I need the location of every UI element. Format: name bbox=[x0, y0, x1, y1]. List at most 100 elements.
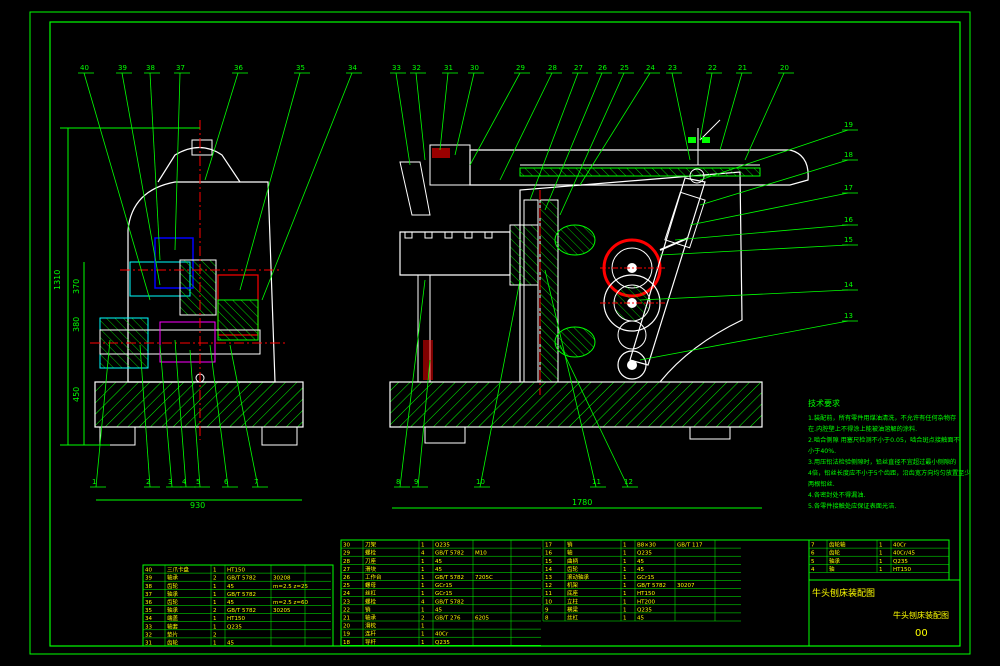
balloon-label: 26 bbox=[598, 64, 607, 72]
balloon-label: 25 bbox=[620, 64, 629, 72]
cell-name: 轴承 bbox=[365, 614, 377, 622]
cell-no: 20 bbox=[343, 624, 350, 630]
cell-qty: 1 bbox=[421, 640, 425, 646]
balloon-27: 27 bbox=[529, 64, 588, 201]
balloon-label: 1 bbox=[92, 478, 96, 486]
cell-no: 13 bbox=[545, 575, 552, 581]
cell-name: 三爪卡盘 bbox=[167, 566, 190, 574]
balloon-18: 18 bbox=[699, 151, 858, 206]
cell-qty: 1 bbox=[213, 641, 217, 647]
balloon-28: 28 bbox=[499, 64, 562, 181]
cell-name: 齿轮 bbox=[567, 565, 579, 573]
cell-name: 丝杠 bbox=[365, 589, 377, 597]
cell-material: B8×30 bbox=[637, 543, 656, 549]
cell-no: 17 bbox=[545, 543, 552, 549]
cell-no: 39 bbox=[145, 576, 152, 582]
parts-left-row: 36 齿轮 1 45 m=2.5 z=60 bbox=[143, 598, 331, 606]
cell-qty: 1 bbox=[623, 591, 627, 597]
cell-name: 滚动轴承 bbox=[567, 573, 590, 581]
cell-qty: 1 bbox=[623, 575, 627, 581]
cell-qty: 1 bbox=[421, 632, 425, 638]
balloon-20: 20 bbox=[744, 64, 794, 161]
cell-name: 滑块 bbox=[365, 565, 377, 573]
balloon-40: 40 bbox=[78, 64, 151, 301]
balloon-23: 23 bbox=[666, 64, 691, 161]
cell-std: 30208 bbox=[273, 576, 291, 582]
cell-no: 8 bbox=[545, 616, 549, 622]
cell-qty: 2 bbox=[213, 576, 217, 582]
dim-middle: 380 bbox=[72, 317, 81, 332]
balloon-label: 17 bbox=[844, 184, 853, 192]
cell-qty: 2 bbox=[421, 616, 425, 622]
balloon-label: 39 bbox=[118, 64, 127, 72]
balloon-label: 32 bbox=[412, 64, 421, 72]
balloon-32: 32 bbox=[410, 64, 426, 161]
cell-qty: 4 bbox=[421, 599, 425, 605]
cell-qty: 1 bbox=[421, 624, 425, 630]
cell-no: 22 bbox=[343, 607, 350, 613]
balloon-label: 2 bbox=[146, 478, 150, 486]
cell-material: 45 bbox=[227, 600, 234, 606]
cell-material: GCr15 bbox=[435, 583, 453, 589]
cell-material: Q235 bbox=[637, 607, 652, 613]
cell-no: 5 bbox=[811, 559, 815, 565]
cell-name: 螺母 bbox=[365, 581, 377, 589]
cell-qty: 1 bbox=[623, 616, 627, 622]
parts-right-row: 12 机架 1 GB/T 5782 30207 bbox=[543, 581, 741, 589]
parts-left-row: 39 轴承 2 GB/T 5782 30208 bbox=[143, 574, 331, 582]
balloon-label: 37 bbox=[176, 64, 185, 72]
parts-right-row: 11 底座 1 HT150 bbox=[543, 589, 741, 597]
cell-material: GB/T 5782 bbox=[637, 583, 666, 589]
cell-material: 45 bbox=[637, 559, 644, 565]
cell-no: 27 bbox=[343, 567, 350, 573]
cell-material: GB/T 276 bbox=[435, 616, 461, 622]
balloon-label: 40 bbox=[80, 64, 89, 72]
balloon-25: 25 bbox=[559, 64, 634, 216]
balloon-label: 24 bbox=[646, 64, 655, 72]
parts-right-row: 16 轴 1 Q235 bbox=[543, 549, 741, 557]
parts-left-row: 31 齿轮 1 45 bbox=[143, 639, 331, 647]
balloon-label: 30 bbox=[470, 64, 479, 72]
cell-qty: 1 bbox=[213, 568, 217, 574]
cell-no: 31 bbox=[145, 641, 152, 647]
outer-frame bbox=[29, 11, 971, 655]
cell-no: 34 bbox=[145, 616, 152, 622]
cell-no: 33 bbox=[145, 624, 152, 630]
parts-right-row: 9 横梁 1 Q235 bbox=[543, 605, 741, 613]
cell-name: 端盖 bbox=[167, 614, 179, 622]
cell-no: 10 bbox=[545, 599, 552, 605]
tech-note-line: 小于40%. bbox=[808, 447, 836, 455]
rocker-arm bbox=[629, 177, 706, 366]
parts-right-row: 13 滚动轴承 1 GCr15 bbox=[543, 573, 741, 581]
cell-name: 齿轮 bbox=[167, 582, 179, 590]
cell-no: 16 bbox=[545, 551, 552, 557]
cell-no: 40 bbox=[145, 568, 152, 574]
cell-name: 齿轮 bbox=[829, 549, 841, 557]
balloon-21: 21 bbox=[719, 64, 752, 151]
balloon-label: 36 bbox=[234, 64, 243, 72]
cell-std: m=2.5 z=60 bbox=[273, 600, 308, 606]
balloon-34: 34 bbox=[261, 64, 362, 301]
cell-material: Q235 bbox=[435, 543, 450, 549]
cell-no: 25 bbox=[343, 583, 350, 589]
cell-no: 4 bbox=[811, 567, 815, 573]
dim-total-height: 1310 bbox=[53, 270, 62, 290]
cell-material: Q235 bbox=[893, 559, 908, 565]
tech-note-line: 1.装配前，所有零件用煤油清洗，不允许有任何杂物存 bbox=[808, 414, 956, 422]
cell-qty: 1 bbox=[213, 592, 217, 598]
cell-name: 刀架 bbox=[365, 542, 377, 549]
balloon-label: 22 bbox=[708, 64, 717, 72]
cell-name: 立柱 bbox=[567, 597, 579, 605]
cell-no: 36 bbox=[145, 600, 152, 606]
parts-far-row: 4 轴 1 HT150 bbox=[809, 565, 949, 573]
cell-qty: 1 bbox=[421, 591, 425, 597]
cell-qty: 1 bbox=[213, 600, 217, 606]
parts-far-row: 6 齿轮 1 40Cr/45 bbox=[809, 549, 949, 557]
balloon-label: 35 bbox=[296, 64, 305, 72]
cell-name: 机架 bbox=[567, 581, 579, 589]
parts-left-row: 35 轴承 2 GB/T 5782 30205 bbox=[143, 606, 331, 614]
left-base bbox=[94, 381, 304, 428]
dim-lower: 450 bbox=[72, 387, 81, 402]
cell-qty: 1 bbox=[623, 583, 627, 589]
cell-std: 6205 bbox=[475, 616, 489, 622]
